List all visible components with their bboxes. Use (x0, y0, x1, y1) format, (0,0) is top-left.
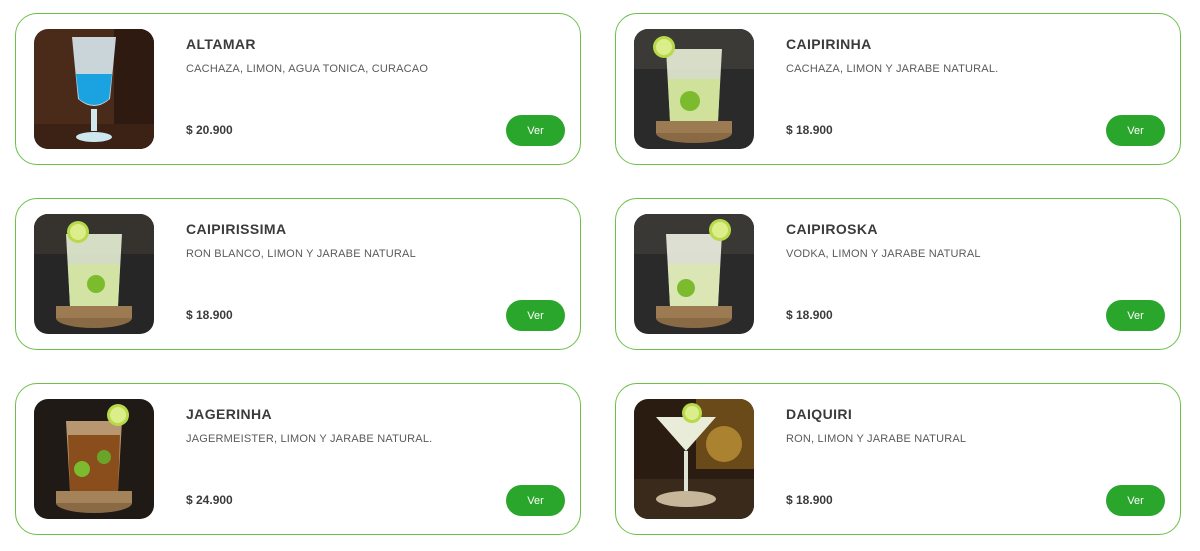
product-description: CACHAZA, LIMON Y JARABE NATURAL. (786, 63, 999, 75)
product-description: RON, LIMON Y JARABE NATURAL (786, 433, 967, 445)
product-price: $ 20.900 (186, 123, 233, 137)
product-image[interactable] (634, 29, 754, 149)
product-image[interactable] (34, 399, 154, 519)
product-description: JAGERMEISTER, LIMON Y JARABE NATURAL. (186, 433, 433, 445)
product-card: CAIPIRINHA CACHAZA, LIMON Y JARABE NATUR… (615, 13, 1181, 165)
product-card: CAIPIRISSIMA RON BLANCO, LIMON Y JARABE … (15, 198, 581, 350)
product-price: $ 18.900 (786, 123, 833, 137)
product-description: VODKA, LIMON Y JARABE NATURAL (786, 248, 981, 260)
product-card: JAGERINHA JAGERMEISTER, LIMON Y JARABE N… (15, 383, 581, 535)
view-button[interactable]: Ver (1106, 300, 1165, 331)
product-description: RON BLANCO, LIMON Y JARABE NATURAL (186, 248, 416, 260)
product-grid: ALTAMAR CACHAZA, LIMON, AGUA TONICA, CUR… (0, 0, 1200, 551)
product-card: CAIPIROSKA VODKA, LIMON Y JARABE NATURAL… (615, 198, 1181, 350)
product-card: DAIQUIRI RON, LIMON Y JARABE NATURAL $ 1… (615, 383, 1181, 535)
product-price: $ 18.900 (786, 493, 833, 507)
product-name: CAIPIRISSIMA (186, 221, 287, 237)
product-price: $ 24.900 (186, 493, 233, 507)
view-button[interactable]: Ver (1106, 115, 1165, 146)
product-name: ALTAMAR (186, 36, 256, 52)
view-button[interactable]: Ver (1106, 485, 1165, 516)
product-name: JAGERINHA (186, 406, 273, 422)
view-button[interactable]: Ver (506, 300, 565, 331)
product-image[interactable] (634, 399, 754, 519)
product-price: $ 18.900 (186, 308, 233, 322)
view-button[interactable]: Ver (506, 485, 565, 516)
product-name: CAIPIROSKA (786, 221, 878, 237)
product-name: CAIPIRINHA (786, 36, 872, 52)
product-description: CACHAZA, LIMON, AGUA TONICA, CURACAO (186, 63, 429, 75)
product-image[interactable] (34, 29, 154, 149)
product-name: DAIQUIRI (786, 406, 853, 422)
product-image[interactable] (634, 214, 754, 334)
product-price: $ 18.900 (786, 308, 833, 322)
product-card: ALTAMAR CACHAZA, LIMON, AGUA TONICA, CUR… (15, 13, 581, 165)
product-image[interactable] (34, 214, 154, 334)
view-button[interactable]: Ver (506, 115, 565, 146)
